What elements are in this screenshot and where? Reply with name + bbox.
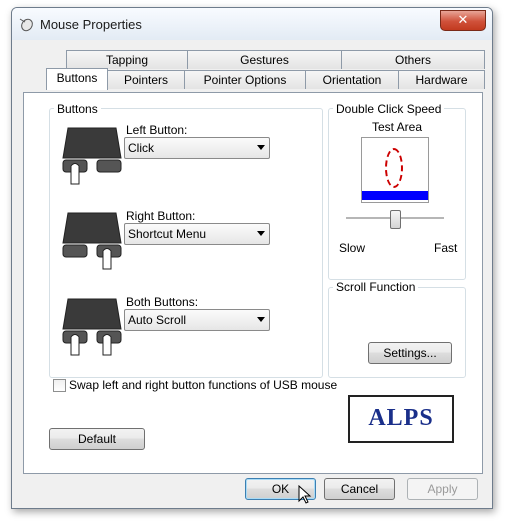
scroll-function-group — [328, 287, 466, 378]
fast-label: Fast — [434, 241, 458, 255]
tab-buttons[interactable]: Buttons — [46, 68, 108, 90]
title-bar[interactable]: Mouse Properties ✕ — [12, 8, 492, 40]
chevron-down-icon — [257, 145, 265, 150]
left-button-select[interactable]: Click — [124, 137, 270, 159]
both-buttons-value: Auto Scroll — [128, 313, 187, 327]
test-area-label: Test Area — [372, 120, 423, 134]
scroll-settings-button[interactable]: Settings... — [368, 342, 452, 364]
tab-panel-buttons: Buttons Left Button: Click Right Button: — [23, 92, 483, 474]
swap-buttons-label: Swap left and right button functions of … — [69, 378, 338, 392]
both-buttons-select[interactable]: Auto Scroll — [124, 309, 270, 331]
scroll-function-label: Scroll Function — [333, 280, 419, 294]
mouse-icon — [19, 18, 33, 32]
cancel-button[interactable]: Cancel — [324, 478, 395, 500]
buttons-group-label: Buttons — [54, 102, 101, 116]
chevron-down-icon — [257, 317, 265, 322]
alps-logo: ALPS — [348, 395, 454, 443]
mouse-properties-window: Mouse Properties ✕ Tapping Gestures Othe… — [11, 7, 493, 509]
tab-gestures[interactable]: Gestures — [187, 50, 342, 69]
left-button-label: Left Button: — [126, 123, 188, 137]
test-area-floor — [362, 191, 428, 200]
right-button-label: Right Button: — [126, 209, 196, 223]
tab-orientation[interactable]: Orientation — [305, 70, 399, 89]
slider-thumb[interactable] — [390, 210, 401, 229]
right-button-select[interactable]: Shortcut Menu — [124, 223, 270, 245]
double-click-speed-slider[interactable] — [346, 208, 444, 234]
window-title: Mouse Properties — [40, 17, 142, 32]
dialog-client-area: Tapping Gestures Others Buttons Pointers… — [19, 40, 485, 504]
tab-pointer-options[interactable]: Pointer Options — [184, 70, 306, 89]
chevron-down-icon — [257, 231, 265, 236]
test-area[interactable] — [361, 137, 429, 203]
default-button[interactable]: Default — [49, 428, 145, 450]
touchpad-left-click-icon — [62, 127, 122, 185]
swap-buttons-checkbox[interactable] — [53, 379, 66, 392]
test-area-oval — [385, 148, 403, 188]
mouse-cursor-icon — [298, 485, 312, 504]
touchpad-both-buttons-icon — [62, 298, 122, 356]
apply-button[interactable]: Apply — [407, 478, 478, 500]
tab-tapping[interactable]: Tapping — [66, 50, 188, 69]
tab-hardware[interactable]: Hardware — [398, 70, 485, 89]
close-button[interactable]: ✕ — [440, 10, 486, 31]
slow-label: Slow — [339, 241, 366, 255]
left-button-value: Click — [128, 141, 154, 155]
touchpad-right-click-icon — [62, 212, 122, 270]
alps-logo-text: ALPS — [368, 405, 434, 431]
right-button-value: Shortcut Menu — [128, 227, 207, 241]
both-buttons-label: Both Buttons: — [126, 295, 199, 309]
tab-pointers[interactable]: Pointers — [107, 70, 185, 89]
tab-others[interactable]: Others — [341, 50, 485, 69]
double-click-speed-label: Double Click Speed — [333, 102, 445, 116]
